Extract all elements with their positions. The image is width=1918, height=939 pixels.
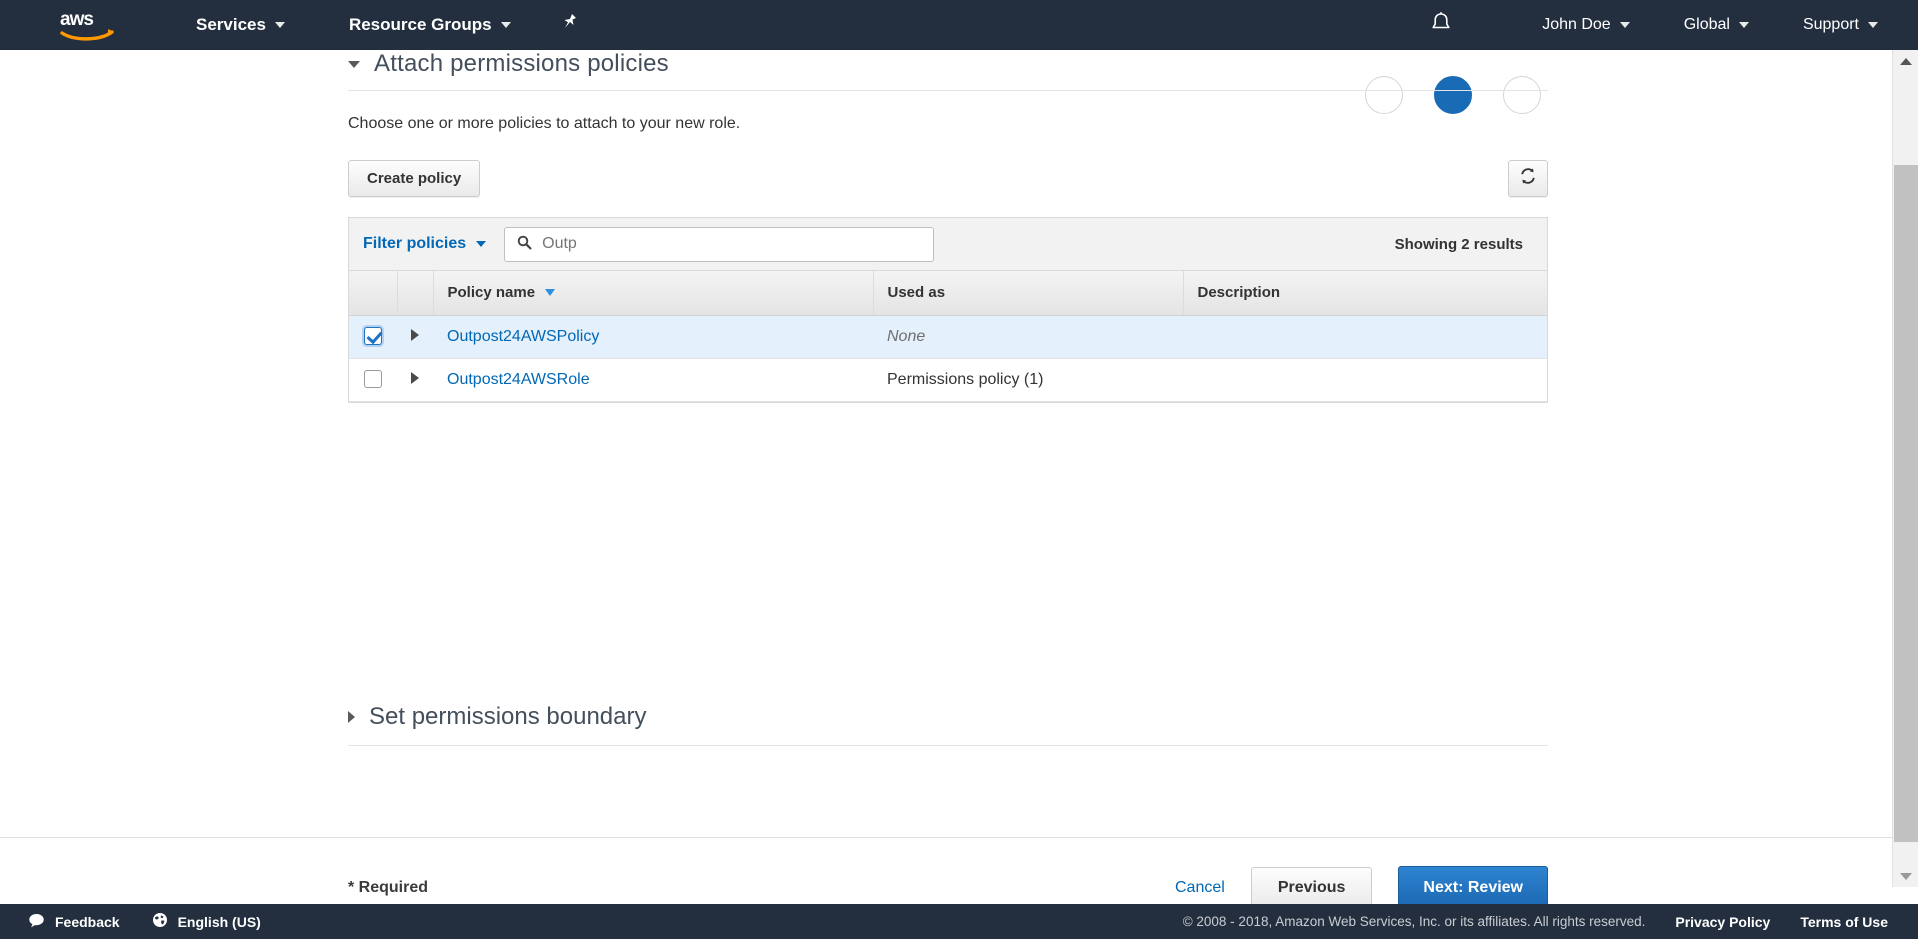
bell-icon[interactable] (1430, 11, 1452, 39)
chevron-right-icon[interactable] (348, 711, 355, 723)
table-row[interactable]: Outpost24AWSRole Permissions policy (1) (349, 358, 1547, 401)
set-permissions-boundary-header[interactable]: Set permissions boundary (348, 703, 1548, 746)
copyright-text: © 2008 - 2018, Amazon Web Services, Inc.… (1183, 914, 1646, 929)
create-policy-button[interactable]: Create policy (348, 160, 480, 197)
pin-icon[interactable] (561, 13, 579, 38)
chevron-right-icon[interactable] (411, 372, 419, 384)
policy-search-box[interactable] (504, 227, 934, 262)
privacy-policy-link[interactable]: Privacy Policy (1675, 914, 1770, 930)
th-policy-name[interactable]: Policy name (433, 271, 873, 315)
table-header-row: Policy name Used as Description (349, 271, 1547, 315)
page-scroll-area: Attach permissions policies Choose one o… (0, 50, 1892, 887)
refresh-button[interactable] (1508, 160, 1548, 197)
speech-bubble-icon (28, 913, 45, 931)
caret-down-icon (1900, 873, 1912, 880)
row-checkbox-cell[interactable] (349, 315, 397, 358)
search-icon (517, 235, 532, 254)
th-policy-name-label: Policy name (448, 284, 536, 301)
section-subtitle: Choose one or more policies to attach to… (348, 115, 1548, 133)
scrollbar-down-button[interactable] (1893, 865, 1918, 887)
svg-text:aws: aws (60, 9, 93, 30)
nav-region-menu[interactable]: Global (1680, 0, 1753, 50)
chevron-down-icon (1620, 22, 1630, 28)
feedback-label[interactable]: Feedback (55, 914, 120, 930)
row-checkbox[interactable] (364, 370, 382, 388)
policies-panel: Filter policies Showing 2 results (348, 217, 1548, 403)
chevron-down-icon (476, 241, 486, 247)
policies-filter-bar: Filter policies Showing 2 results (349, 218, 1547, 271)
cancel-button[interactable]: Cancel (1175, 879, 1225, 897)
policies-toolbar: Create policy (348, 160, 1548, 197)
th-used-as-label: Used as (888, 284, 946, 301)
chevron-down-icon[interactable] (348, 61, 360, 68)
nav-user-menu[interactable]: John Doe (1538, 0, 1634, 50)
required-note: * Required (348, 879, 428, 897)
nav-services[interactable]: Services (192, 0, 289, 50)
page-scrollbar[interactable] (1892, 50, 1918, 887)
used-as-value: None (887, 328, 925, 345)
footer-right-group: © 2008 - 2018, Amazon Web Services, Inc.… (1183, 914, 1888, 930)
row-description-cell (1183, 315, 1547, 358)
policy-name-link[interactable]: Outpost24AWSRole (447, 371, 590, 388)
results-count: Showing 2 results (1395, 236, 1533, 253)
filter-policies-label: Filter policies (363, 235, 466, 253)
row-used-as-cell: None (873, 315, 1183, 358)
page-footer: Feedback English (US) © 2008 - 2018, Ama… (0, 904, 1918, 939)
nav-right-group: John Doe Global Support (1430, 0, 1918, 50)
nav-user-label: John Doe (1542, 16, 1611, 34)
nav-support-menu[interactable]: Support (1799, 0, 1882, 50)
terms-of-use-link[interactable]: Terms of Use (1800, 914, 1888, 930)
row-policy-name-cell: Outpost24AWSPolicy (433, 315, 873, 358)
row-checkbox-cell[interactable] (349, 358, 397, 401)
boundary-title: Set permissions boundary (369, 703, 646, 731)
row-expand-cell[interactable] (397, 358, 433, 401)
nav-support-label: Support (1803, 16, 1859, 34)
th-expand (397, 271, 433, 315)
chevron-down-icon (275, 22, 285, 28)
chevron-down-icon (501, 22, 511, 28)
footer-feedback[interactable]: Feedback (28, 913, 120, 931)
chevron-down-icon (1739, 22, 1749, 28)
table-row[interactable]: Outpost24AWSPolicy None (349, 315, 1547, 358)
row-description-cell (1183, 358, 1547, 401)
footer-language-selector[interactable]: English (US) (152, 912, 261, 932)
attach-permissions-header[interactable]: Attach permissions policies (348, 50, 1548, 91)
previous-button[interactable]: Previous (1251, 867, 1373, 909)
policies-table-head: Policy name Used as Description (349, 271, 1547, 315)
nav-resource-groups-label: Resource Groups (349, 15, 492, 35)
th-description-label: Description (1198, 284, 1281, 301)
main-content: Attach permissions policies Choose one o… (348, 50, 1548, 746)
policies-table-body: Outpost24AWSPolicy None (349, 315, 1547, 401)
nav-resource-groups[interactable]: Resource Groups (345, 0, 515, 50)
th-used-as[interactable]: Used as (873, 271, 1183, 315)
th-select-all[interactable] (349, 271, 397, 315)
sort-desc-icon (545, 289, 555, 296)
row-policy-name-cell: Outpost24AWSRole (433, 358, 873, 401)
policies-table: Policy name Used as Description (349, 271, 1547, 402)
language-label[interactable]: English (US) (178, 914, 261, 930)
nav-region-label: Global (1684, 16, 1730, 34)
th-description[interactable]: Description (1183, 271, 1547, 315)
row-expand-cell[interactable] (397, 315, 433, 358)
chevron-right-icon[interactable] (411, 329, 419, 341)
search-input[interactable] (532, 228, 933, 261)
globe-icon (152, 912, 168, 932)
caret-up-icon (1900, 58, 1912, 65)
row-used-as-cell: Permissions policy (1) (873, 358, 1183, 401)
nav-services-label: Services (196, 15, 266, 35)
row-checkbox[interactable] (364, 327, 382, 345)
refresh-icon (1519, 167, 1537, 190)
used-as-value: Permissions policy (1) (887, 371, 1043, 388)
aws-top-nav: aws Services Resource Groups John Doe (0, 0, 1918, 50)
page-title: Attach permissions policies (374, 50, 669, 78)
policy-name-link[interactable]: Outpost24AWSPolicy (447, 328, 599, 345)
scrollbar-up-button[interactable] (1893, 50, 1918, 72)
filter-policies-dropdown[interactable]: Filter policies (363, 235, 486, 253)
aws-logo[interactable]: aws (60, 8, 116, 42)
scrollbar-thumb[interactable] (1894, 165, 1918, 842)
chevron-down-icon (1868, 22, 1878, 28)
